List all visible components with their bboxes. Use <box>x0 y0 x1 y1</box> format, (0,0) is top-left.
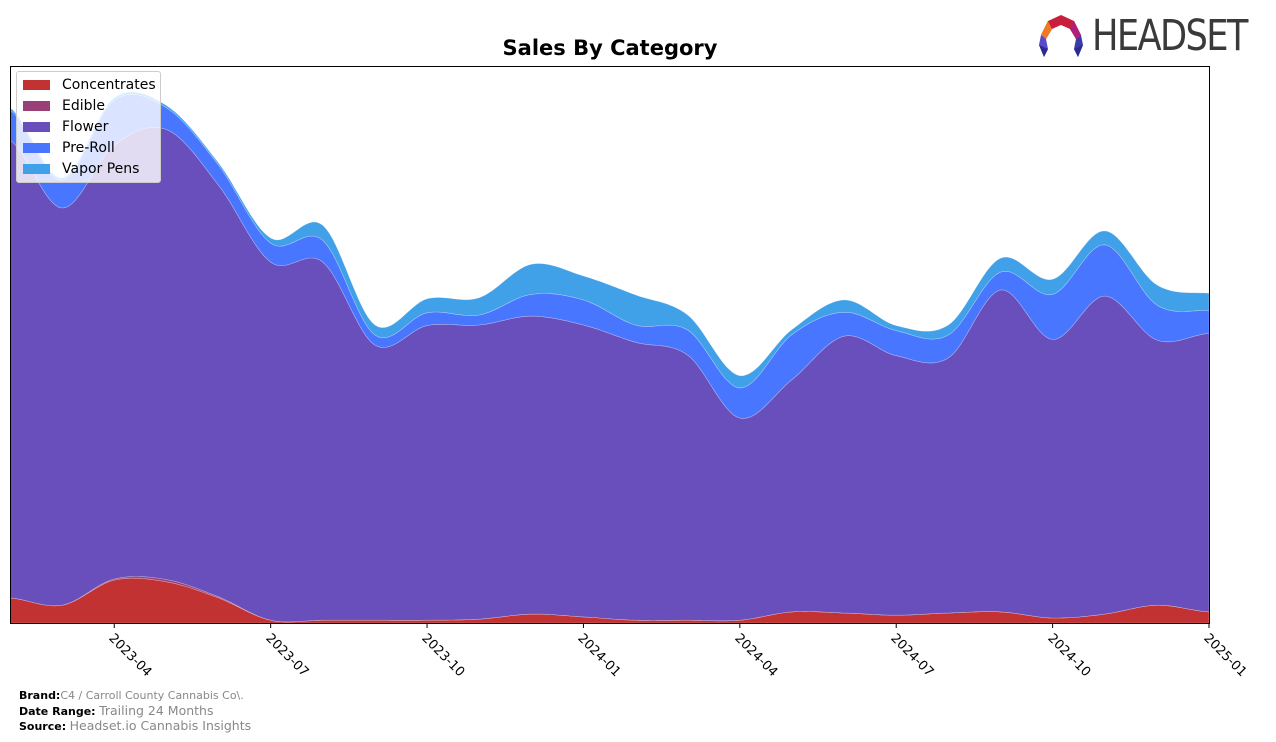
legend-label: Flower <box>62 119 109 135</box>
legend-label: Vapor Pens <box>62 161 140 177</box>
legend-swatch <box>23 80 50 90</box>
footer: Brand:C4 / Carroll County Cannabis Co\. … <box>19 689 251 735</box>
legend-swatch <box>23 164 50 174</box>
date-range-value: Trailing 24 Months <box>99 702 214 718</box>
legend-label: Pre-Roll <box>62 140 115 156</box>
legend-item: Concentrates <box>23 75 156 95</box>
legend-swatch <box>23 143 50 153</box>
footer-source: Source: Headset.io Cannabis Insights <box>19 718 252 735</box>
legend-swatch <box>23 122 50 132</box>
legend-item: Edible <box>23 96 105 116</box>
legend-label: Edible <box>62 98 106 114</box>
source-value: Headset.io Cannabis Insights <box>69 718 252 733</box>
area-layers <box>9 91 1210 624</box>
legend-swatch <box>23 101 50 111</box>
area-flower <box>9 127 1210 623</box>
legend-item: Pre-Roll <box>23 138 115 158</box>
legend-item: Vapor Pens <box>23 159 139 179</box>
legend: Concentrates Edible Flower Pre-Roll Vapor Pe… <box>16 71 161 183</box>
plot-area <box>9 66 1210 628</box>
source-label: Source: <box>19 720 67 733</box>
legend-label: Concentrates <box>62 77 156 93</box>
brand-label: Brand: <box>19 689 61 702</box>
date-range-label: Date Range: <box>19 704 96 718</box>
brand-value: C4 / Carroll County Cannabis Co\. <box>60 689 244 702</box>
footer-date-range: Date Range: Trailing 24 Months <box>19 702 251 720</box>
legend-item: Flower <box>23 117 108 137</box>
footer-brand: Brand:C4 / Carroll County Cannabis Co\. <box>19 689 251 704</box>
